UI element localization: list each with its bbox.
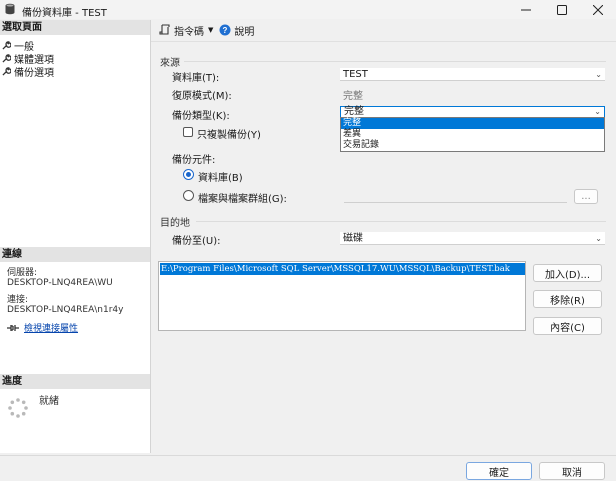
database-label: 資料庫(T): <box>172 73 220 84</box>
recovery-model-label: 復原模式(M): <box>172 91 232 102</box>
progress-header: 進度 <box>0 374 150 389</box>
cancel-button[interactable]: 取消 <box>539 462 605 480</box>
progress-status: 就緒 <box>39 396 59 407</box>
select-page-header: 選取頁面 <box>0 20 150 35</box>
backup-to-select[interactable]: 磁碟 ⌄ <box>340 232 605 245</box>
svg-text:?: ? <box>223 26 228 35</box>
remove-button[interactable]: 移除(R) <box>533 290 602 308</box>
backup-to-value: 磁碟 <box>343 233 363 244</box>
wrench-icon <box>2 67 11 76</box>
help-button[interactable]: ? 說明 <box>219 23 254 38</box>
wrench-icon <box>2 54 11 63</box>
title-bar: 備份資料庫 - TEST <box>0 0 616 19</box>
contents-button[interactable]: 內容(C) <box>533 317 602 335</box>
footer-divider <box>0 455 616 456</box>
destination-group-line <box>196 221 606 222</box>
maximize-icon <box>557 4 567 15</box>
database-radio-label: 資料庫(B) <box>198 173 243 184</box>
copy-only-label: 只複製備份(Y) <box>197 130 261 141</box>
backup-component-label: 備份元件: <box>172 155 216 166</box>
chevron-down-icon: ▼ <box>208 26 214 34</box>
script-icon <box>159 24 170 35</box>
database-icon <box>5 3 15 15</box>
wrench-icon <box>2 41 11 50</box>
server-label: 伺服器: <box>7 268 38 278</box>
backup-type-label: 備份類型(K): <box>172 111 230 122</box>
close-icon <box>593 4 603 15</box>
server-value: DESKTOP-LNQ4REA\WU <box>7 278 113 288</box>
help-label: 說明 <box>234 26 255 38</box>
minimize-button[interactable] <box>508 0 544 19</box>
backup-to-label: 備份至(U): <box>172 236 221 247</box>
window-title: 備份資料庫 - TEST <box>22 8 107 19</box>
source-group-title: 來源 <box>160 58 180 69</box>
backup-type-option-differential[interactable]: 差異 <box>341 129 604 140</box>
chevron-down-icon: ⌄ <box>595 70 602 79</box>
close-button[interactable] <box>580 0 616 19</box>
destination-group-title: 目的地 <box>160 218 190 229</box>
minimize-icon <box>521 9 531 10</box>
connection-label: 連接: <box>7 295 29 305</box>
chevron-down-icon: ⌄ <box>595 234 602 243</box>
script-label: 指令碼 <box>174 26 204 38</box>
backup-type-option-full[interactable]: 完整 <box>341 118 604 129</box>
add-button[interactable]: 加入(D)... <box>533 264 602 282</box>
spinner-icon <box>8 398 28 418</box>
connection-value: DESKTOP-LNQ4REA\n1r4y <box>7 305 124 315</box>
browse-files-button[interactable]: ... <box>574 189 598 204</box>
help-icon: ? <box>219 24 231 36</box>
chevron-down-icon: ⌄ <box>594 107 601 116</box>
toolbar-divider <box>151 41 616 42</box>
database-select[interactable]: TEST ⌄ <box>340 68 605 81</box>
page-item-label: 備份選項 <box>14 68 54 79</box>
connection-header: 連線 <box>0 247 150 262</box>
maximize-button[interactable] <box>544 0 580 19</box>
files-radio[interactable] <box>183 190 194 201</box>
left-panel: 選取頁面 一般 媒體選項 備份選項 連線 伺服器: DESKTOP-LNQ4RE… <box>0 20 151 453</box>
copy-only-checkbox[interactable] <box>183 127 193 137</box>
backup-destination-item[interactable]: E:\Program Files\Microsoft SQL Server\MS… <box>160 263 525 275</box>
ok-button[interactable]: 確定 <box>466 462 532 480</box>
backup-destination-list[interactable]: E:\Program Files\Microsoft SQL Server\MS… <box>158 261 526 331</box>
database-radio[interactable] <box>183 169 194 180</box>
backup-type-value: 完整 <box>344 106 364 117</box>
database-value: TEST <box>343 69 368 80</box>
files-radio-label: 檔案與檔案群組(G): <box>198 194 287 205</box>
backup-type-dropdown-list: 完整 差異 交易記錄 <box>340 117 605 152</box>
files-field <box>344 202 567 203</box>
view-connection-properties[interactable]: 檢視連接屬性 <box>6 321 78 334</box>
backup-type-option-transaction-log[interactable]: 交易記錄 <box>341 140 604 151</box>
source-group-line <box>184 61 606 62</box>
recovery-model-value: 完整 <box>343 91 363 102</box>
page-item-backup-options[interactable]: 備份選項 <box>2 64 54 79</box>
script-button[interactable]: 指令碼 ▼ <box>159 23 213 38</box>
toolbar: 指令碼 ▼ ? 說明 <box>151 20 616 40</box>
view-connection-properties-link[interactable]: 檢視連接屬性 <box>24 321 78 334</box>
plug-icon <box>7 324 19 331</box>
